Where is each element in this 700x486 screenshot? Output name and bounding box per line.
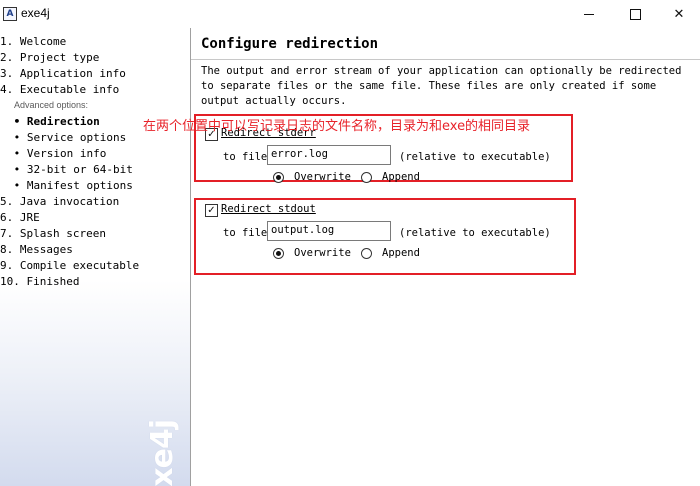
step-manifest-options[interactable]: • Manifest options (7, 179, 133, 193)
close-button[interactable]: ✕ (658, 0, 700, 28)
stdout-overwrite-radio[interactable] (273, 248, 284, 259)
step-compile-executable[interactable]: 9. Compile executable (0, 259, 139, 273)
step-welcome[interactable]: 1. Welcome (0, 35, 66, 49)
minimize-button[interactable] (566, 0, 612, 28)
description-text: The output and error stream of your appl… (201, 65, 682, 107)
maximize-button[interactable] (612, 0, 658, 28)
app-icon: A (3, 7, 17, 21)
step-finished[interactable]: 10. Finished (0, 275, 79, 289)
stdout-overwrite-label: Overwrite (294, 247, 351, 259)
stderr-overwrite-label: Overwrite (294, 171, 351, 183)
wizard-steps-sidebar: 1. Welcome 2. Project type 3. Applicatio… (0, 28, 190, 486)
window-title: exe4j (21, 6, 50, 20)
step-project-type[interactable]: 2. Project type (0, 51, 99, 65)
stderr-to-file-label: to file (223, 151, 268, 163)
stdout-append-radio[interactable] (361, 248, 372, 259)
stderr-append-label: Append (382, 171, 420, 183)
step-application-info[interactable]: 3. Application info (0, 67, 126, 81)
redirect-stdout-checkbox[interactable]: ✓ (205, 204, 218, 217)
annotation-note: 在两个位置中可以写记录日志的文件名称，目录为和exe的相同目录 (143, 119, 531, 134)
advanced-options-label: Advanced options: (14, 100, 89, 110)
stdout-relative-label: (relative to executable) (399, 227, 551, 239)
stdout-file-input[interactable]: output.log (267, 221, 391, 241)
step-32-or-64-bit[interactable]: • 32-bit or 64-bit (7, 163, 133, 177)
step-jre[interactable]: 6. JRE (0, 211, 40, 225)
stderr-relative-label: (relative to executable) (399, 151, 551, 163)
main-panel: Configure redirection The output and err… (143, 28, 700, 486)
step-service-options[interactable]: • Service options (7, 131, 127, 145)
stderr-file-input[interactable]: error.log (267, 145, 391, 165)
redirect-stdout-label: Redirect stdout (221, 203, 316, 215)
stderr-overwrite-radio[interactable] (273, 172, 284, 183)
heading-divider (191, 59, 700, 60)
step-java-invocation[interactable]: 5. Java invocation (0, 195, 119, 209)
exe4j-logo: exe4j (144, 419, 180, 486)
step-executable-info[interactable]: 4. Executable info (0, 83, 119, 97)
stderr-append-radio[interactable] (361, 172, 372, 183)
step-messages[interactable]: 8. Messages (0, 243, 73, 257)
step-splash-screen[interactable]: 7. Splash screen (0, 227, 106, 241)
stdout-append-label: Append (382, 247, 420, 259)
step-version-info[interactable]: • Version info (7, 147, 107, 161)
title-bar: A exe4j ✕ (0, 0, 700, 28)
close-icon: ✕ (673, 6, 685, 22)
minimize-icon (584, 13, 594, 15)
stdout-group: ✓ Redirect stdout to file output.log (re… (191, 200, 700, 270)
page-title: Configure redirection (201, 36, 379, 52)
step-redirection[interactable]: • Redirection (7, 115, 100, 129)
stderr-group: ✓ Redirect stderr to file error.log (rel… (191, 124, 700, 194)
stdout-to-file-label: to file (223, 227, 268, 239)
maximize-icon (629, 8, 641, 20)
